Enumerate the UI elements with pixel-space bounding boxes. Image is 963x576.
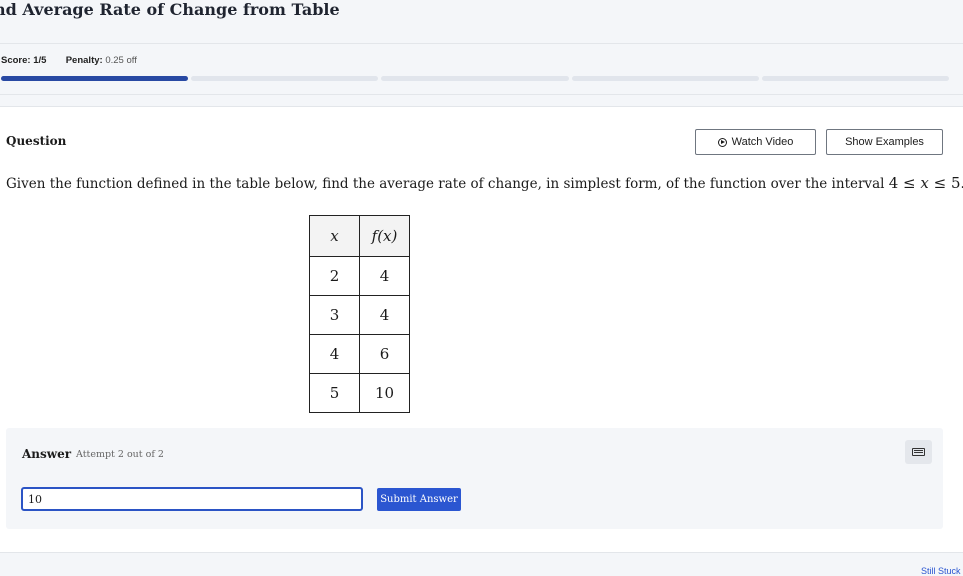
page-title: nd Average Rate of Change from Table: [0, 0, 340, 19]
keyboard-button[interactable]: [905, 440, 932, 464]
penalty-label: Penalty:: [66, 55, 103, 66]
submit-answer-button[interactable]: Submit Answer: [377, 488, 461, 511]
table-row: 3 4: [310, 296, 410, 335]
table-cell: 4: [360, 296, 410, 335]
score-line: Score: 1/5 Penalty: 0.25 off: [1, 55, 137, 66]
progress-segment: [381, 76, 568, 81]
table-header-x: 𝑥: [310, 216, 360, 257]
score-bar: Score: 1/5 Penalty: 0.25 off: [0, 44, 963, 95]
watch-video-button[interactable]: Watch Video: [695, 129, 816, 155]
table-header-row: 𝑥 𝑓(𝑥): [310, 216, 410, 257]
progress-segment: [762, 76, 949, 81]
table-cell: 4: [310, 335, 360, 374]
table-header-fx: 𝑓(𝑥): [360, 216, 410, 257]
answer-panel: Answer Attempt 2 out of 2 Submit Answer: [6, 428, 943, 529]
title-bar: nd Average Rate of Change from Table: [0, 0, 963, 44]
keyboard-icon: [912, 448, 925, 456]
question-body: Given the function defined in the table …: [6, 176, 889, 192]
watch-video-label: Watch Video: [732, 136, 794, 148]
show-examples-button[interactable]: Show Examples: [826, 129, 943, 155]
table-cell: 2: [310, 257, 360, 296]
penalty-value: 0.25 off: [105, 55, 137, 66]
table-row: 2 4: [310, 257, 410, 296]
score-label: Score:: [1, 55, 31, 66]
function-table: 𝑥 𝑓(𝑥) 2 4 3 4 4 6 5 10: [309, 215, 410, 413]
answer-input[interactable]: [21, 487, 363, 511]
question-label: Question: [6, 134, 66, 148]
table-cell: 6: [360, 335, 410, 374]
table-row: 5 10: [310, 374, 410, 413]
attempt-counter: Attempt 2 out of 2: [76, 449, 164, 460]
play-circle-icon: [718, 138, 727, 147]
progress-segment: [1, 76, 188, 81]
table-cell: 3: [310, 296, 360, 335]
answer-label: Answer: [22, 447, 71, 461]
table-cell: 4: [360, 257, 410, 296]
question-panel: Question Watch Video Show Examples Given…: [0, 106, 963, 553]
score-value: 1/5: [33, 55, 46, 66]
table-cell: 5: [310, 374, 360, 413]
question-interval: 4 ≤ 𝑥 ≤ 5: [889, 174, 961, 192]
table-cell: 10: [360, 374, 410, 413]
progress-segment: [191, 76, 378, 81]
progress-segment: [572, 76, 759, 81]
question-text: Given the function defined in the table …: [6, 174, 963, 192]
table-row: 4 6: [310, 335, 410, 374]
progress-bar: [1, 76, 949, 81]
